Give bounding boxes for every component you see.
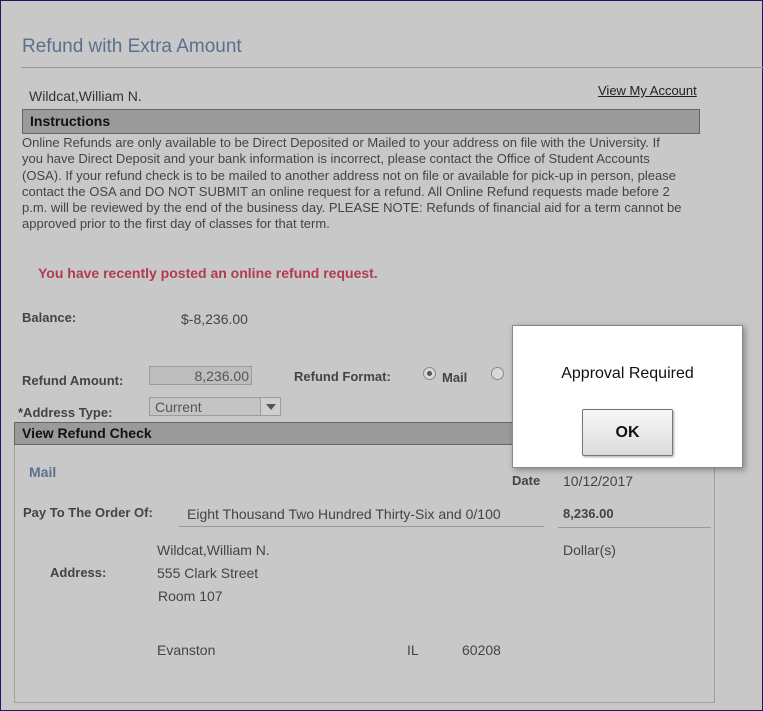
refund-amount-label: Refund Amount: (22, 373, 124, 388)
instructions-text: Online Refunds are only available to be … (22, 135, 682, 232)
mail-radio-label: Mail (442, 370, 468, 385)
amount-underline (558, 527, 711, 528)
address-city: Evanston (157, 642, 216, 658)
ok-button[interactable]: OK (582, 409, 673, 456)
address-type-value: Current (155, 399, 202, 415)
chevron-down-icon[interactable] (260, 398, 280, 415)
refund-format-label: Refund Format: (294, 369, 391, 384)
refund-check-heading: View Refund Check (22, 425, 152, 441)
format-option-2-radio[interactable] (491, 367, 504, 380)
refund-amount-input[interactable]: 8,236.00 (149, 366, 252, 385)
title-divider (21, 67, 763, 68)
approval-dialog: Approval Required OK (512, 325, 743, 468)
address-type-label: *Address Type: (18, 405, 113, 420)
date-label: Date (512, 473, 541, 488)
currency-label: Dollar(s) (563, 542, 616, 558)
address-state: IL (407, 642, 419, 658)
check-method: Mail (29, 464, 57, 480)
date-value: 10/12/2017 (563, 473, 634, 489)
pay-to-underline (179, 526, 544, 527)
address-label: Address: (50, 565, 107, 580)
page-title: Refund with Extra Amount (22, 36, 242, 57)
view-my-account-link[interactable]: View My Account (598, 83, 697, 98)
amount-number: 8,236.00 (563, 506, 614, 521)
refund-notice: You have recently posted an online refun… (38, 265, 378, 281)
address-line-3: Room 107 (158, 588, 223, 604)
address-line-2: 555 Clark Street (157, 565, 259, 581)
pay-to-label: Pay To The Order Of: (23, 505, 153, 520)
student-name: Wildcat,William N. (29, 88, 142, 104)
balance-label: Balance: (22, 310, 77, 325)
page-frame: Refund with Extra Amount Wildcat,William… (0, 0, 763, 711)
address-line-1: Wildcat,William N. (157, 542, 270, 558)
address-type-select[interactable]: Current (149, 397, 281, 416)
mail-radio[interactable] (423, 367, 436, 380)
amount-in-words: Eight Thousand Two Hundred Thirty-Six an… (187, 506, 501, 522)
dialog-message: Approval Required (561, 365, 694, 382)
balance-value: $-8,236.00 (181, 311, 248, 327)
instructions-heading: Instructions (30, 113, 111, 129)
address-zip: 60208 (462, 642, 501, 658)
instructions-header: Instructions (22, 109, 700, 134)
